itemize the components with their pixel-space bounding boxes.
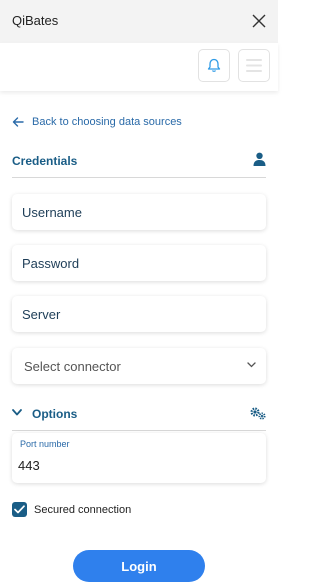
login-button[interactable]: Login [73, 550, 205, 582]
back-link-label: Back to choosing data sources [32, 116, 182, 128]
notifications-button[interactable] [198, 49, 230, 82]
app-header [0, 43, 278, 91]
username-field[interactable] [12, 194, 266, 230]
app-title: QiBates [12, 13, 59, 28]
back-to-data-sources-link[interactable]: Back to choosing data sources [12, 116, 182, 128]
secured-connection-label: Secured connection [34, 503, 132, 516]
credentials-title: Credentials [12, 154, 78, 168]
arrow-left-icon [12, 117, 24, 127]
menu-button[interactable] [238, 49, 270, 82]
port-number-field-container: Port number [12, 433, 266, 483]
close-icon[interactable] [252, 14, 266, 28]
hamburger-menu-icon [246, 59, 262, 72]
credentials-header: Credentials [12, 150, 266, 178]
options-collapse-toggle-icon[interactable] [12, 409, 22, 416]
password-field-container [12, 245, 266, 281]
gears-icon[interactable] [250, 407, 266, 420]
server-field[interactable] [12, 296, 266, 332]
person-icon [253, 152, 266, 166]
secured-connection-row[interactable]: Secured connection [12, 502, 131, 517]
connector-select[interactable]: Select connector [12, 348, 266, 384]
password-field[interactable] [12, 245, 266, 281]
port-number-input[interactable] [18, 455, 258, 475]
checkmark-icon [14, 505, 25, 514]
options-title: Options [32, 407, 78, 421]
secured-connection-checkbox[interactable] [12, 502, 27, 517]
title-bar: QiBates [0, 0, 278, 43]
chevron-down-icon [247, 362, 256, 368]
connector-select-label: Select connector [24, 359, 121, 374]
options-header: Options [12, 400, 266, 431]
server-field-container [12, 296, 266, 332]
port-number-label: Port number [20, 439, 70, 449]
bell-icon [207, 58, 221, 72]
username-field-container [12, 194, 266, 230]
